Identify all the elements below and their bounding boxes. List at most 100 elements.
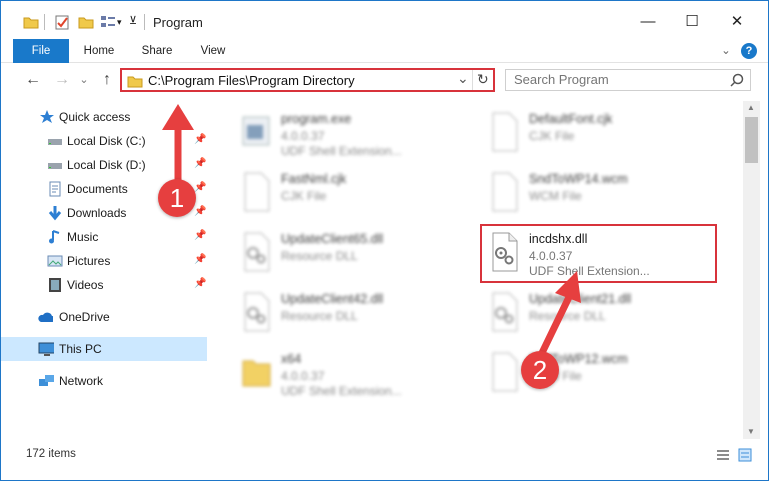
- file-icon: [492, 112, 518, 152]
- file-name: SndToWP14.wcm: [529, 172, 628, 186]
- download-icon: [48, 206, 62, 221]
- dll-icon: [244, 232, 270, 272]
- file-icon: [492, 172, 518, 212]
- scroll-thumb[interactable]: [745, 117, 758, 163]
- tab-home[interactable]: Home: [77, 39, 121, 63]
- file-tile[interactable]: UpdateClient21.dll Resource DLL: [481, 285, 721, 341]
- cloud-icon: [38, 312, 53, 322]
- file-tile[interactable]: program.exe 4.0.0.37 UDF Shell Extension…: [233, 105, 473, 161]
- sidebar-item-label: OneDrive: [59, 310, 110, 324]
- file-icon: [492, 352, 518, 392]
- file-tile[interactable]: SndToWP12.wcm WCM File: [481, 345, 721, 401]
- tab-view[interactable]: View: [191, 39, 235, 63]
- separator: [44, 14, 45, 30]
- tab-file[interactable]: File: [13, 39, 69, 63]
- separator: [144, 14, 145, 30]
- file-detail: Resource DLL: [281, 249, 358, 263]
- file-detail: UDF Shell Extension...: [281, 144, 402, 158]
- step-2-badge: 2: [521, 351, 559, 389]
- videos-icon: [49, 278, 61, 292]
- sidebar-item-this-pc[interactable]: This PC: [1, 337, 207, 361]
- pin-icon: 📌: [194, 230, 207, 241]
- sidebar-item-pictures[interactable]: Pictures 📌: [1, 249, 207, 273]
- file-tile[interactable]: FastNml.cjk CJK File: [233, 165, 473, 221]
- sidebar-item-label: Pictures: [67, 254, 111, 268]
- up-button[interactable]: ↑: [97, 72, 117, 88]
- sidebar-item-music[interactable]: Music 📌: [1, 225, 207, 249]
- folder-icon: [127, 76, 143, 88]
- file-detail: 4.0.0.37: [281, 129, 325, 143]
- address-dropdown-icon[interactable]: ⌄: [457, 70, 469, 87]
- address-path[interactable]: C:\Program Files\Program Directory: [148, 73, 355, 88]
- title-bar: ▾ ⊻ Program — ☐ ✕: [1, 1, 768, 39]
- sidebar-item-videos[interactable]: Videos 📌: [1, 273, 207, 297]
- network-icon: [39, 375, 54, 386]
- sidebar-item-label: Local Disk (D:): [67, 158, 146, 172]
- item-count: 172 items: [26, 448, 76, 460]
- file-tile[interactable]: SndToWP14.wcm WCM File: [481, 165, 721, 221]
- sidebar-item-onedrive[interactable]: OneDrive: [1, 305, 207, 329]
- folder-icon: [23, 17, 39, 29]
- sidebar-item-network[interactable]: Network: [1, 369, 207, 393]
- drive-icon: [48, 139, 62, 145]
- scroll-up-icon[interactable]: ▲: [747, 103, 755, 112]
- music-icon: [49, 230, 60, 244]
- explorer-window: ▾ ⊻ Program — ☐ ✕ File Home Share View ⌄…: [0, 0, 769, 481]
- vertical-scrollbar[interactable]: ▲ ▼: [743, 101, 760, 439]
- view-options-icon[interactable]: [100, 14, 116, 30]
- sidebar-item-label: Music: [67, 230, 99, 244]
- file-detail: WCM File: [529, 189, 582, 203]
- sidebar-item-label: Videos: [67, 278, 104, 292]
- details-view-icon[interactable]: [716, 449, 730, 461]
- help-icon[interactable]: ?: [741, 43, 757, 59]
- sidebar-item-label: Local Disk (C:): [67, 134, 146, 148]
- address-bar[interactable]: C:\Program Files\Program Directory ⌄ ↻: [120, 68, 495, 92]
- tiles-view-icon[interactable]: [738, 448, 752, 462]
- dll-icon: [244, 292, 270, 332]
- minimize-button[interactable]: —: [626, 7, 670, 37]
- file-detail: 4.0.0.37: [281, 369, 325, 383]
- file-icon: [244, 172, 270, 212]
- pictures-icon: [47, 255, 63, 267]
- file-name: x64: [281, 352, 302, 366]
- refresh-icon[interactable]: ↻: [477, 71, 489, 88]
- close-button[interactable]: ✕: [715, 7, 759, 37]
- file-detail: UDF Shell Extension...: [281, 384, 402, 398]
- file-detail: CJK File: [281, 189, 327, 203]
- sidebar-item-label: This PC: [59, 342, 102, 356]
- search-input[interactable]: [514, 72, 724, 87]
- sidebar-item-label: Network: [59, 374, 104, 388]
- file-tile[interactable]: UpdateClient42.dll Resource DLL: [233, 285, 473, 341]
- scroll-down-icon[interactable]: ▼: [747, 427, 755, 436]
- recent-locations-button[interactable]: ⌄: [74, 72, 94, 88]
- properties-icon[interactable]: [54, 14, 70, 30]
- search-box[interactable]: [505, 69, 751, 91]
- file-detail: Resource DLL: [281, 309, 358, 323]
- file-tile[interactable]: UpdateClient65.dll Resource DLL: [233, 225, 473, 281]
- back-button[interactable]: ←: [23, 72, 43, 88]
- new-folder-icon[interactable]: [78, 14, 94, 30]
- tab-share[interactable]: Share: [135, 39, 179, 63]
- pin-icon: 📌: [194, 254, 207, 265]
- pin-icon: 📌: [194, 278, 207, 289]
- step-1-badge: 1: [158, 179, 196, 217]
- sidebar-item-label: Downloads: [67, 206, 127, 220]
- expand-ribbon-icon[interactable]: ⌄: [717, 39, 735, 63]
- file-name: FastNml.cjk: [281, 172, 347, 186]
- sidebar-item-label: Documents: [67, 182, 128, 196]
- ribbon-tabs: File Home Share View ⌄ ?: [1, 39, 768, 63]
- drive-icon: [48, 163, 62, 169]
- forward-button[interactable]: →: [52, 72, 72, 88]
- customize-qa-icon[interactable]: ⊻: [129, 14, 137, 30]
- search-icon[interactable]: [730, 73, 744, 87]
- file-name: program.exe: [281, 112, 352, 126]
- folder-icon: [242, 360, 271, 387]
- documents-icon: [49, 181, 61, 197]
- separator: [472, 70, 473, 90]
- computer-icon: [38, 342, 54, 356]
- file-tile[interactable]: x64 4.0.0.37 UDF Shell Extension...: [233, 345, 473, 401]
- view-dropdown-icon[interactable]: ▾: [117, 17, 122, 33]
- file-detail: CJK File: [529, 129, 575, 143]
- maximize-button[interactable]: ☐: [670, 7, 714, 37]
- file-tile[interactable]: DefaultFont.cjk CJK File: [481, 105, 721, 161]
